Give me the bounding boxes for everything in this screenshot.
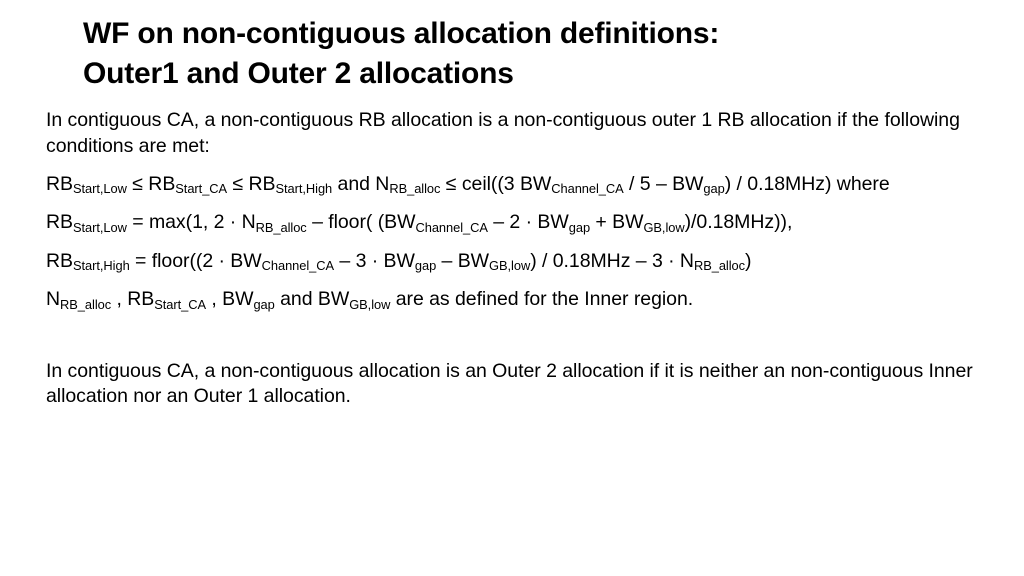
term-n-rb-alloc: NRB_alloc	[375, 172, 441, 197]
sub-gap: gap	[253, 296, 275, 312]
sub-start-high: Start,High	[275, 181, 333, 197]
seg-tail: )	[745, 249, 752, 272]
sym-rb: RB	[148, 172, 176, 195]
lhs-rb-start-low: RBStart,Low	[46, 211, 127, 235]
sub-gb-low: GB,low	[489, 258, 531, 274]
outer2-line-1: In contiguous CA, a non-contiguous alloc…	[46, 359, 786, 382]
seg-3: – 2 · BW	[487, 211, 569, 233]
where-label: where	[836, 172, 890, 195]
seg-eq: = floor((2 · BW	[129, 249, 262, 272]
sub-rb-alloc: RB_alloc	[255, 219, 307, 235]
term-n-rb-alloc: NRB_alloc	[46, 288, 112, 312]
seg-2: – floor( (BW	[306, 211, 416, 233]
sub-gap: gap	[703, 181, 725, 197]
sub-start-low: Start,Low	[73, 181, 127, 197]
comma-2: ,	[206, 288, 223, 310]
comma-1: ,	[111, 288, 128, 310]
sub-start-high: Start,High	[73, 258, 130, 274]
title-line-1: WF on non-contiguous allocation definiti…	[83, 17, 720, 50]
term-rb-start-ca: RBStart_CA	[127, 288, 207, 312]
sub-start-ca: Start_CA	[175, 181, 228, 197]
sub-rb-alloc: RB_alloc	[389, 181, 441, 197]
sub-gb-low: GB,low	[349, 296, 391, 312]
seg-2: – 3 · BW	[334, 249, 415, 272]
slide-canvas: WF on non-contiguous allocation definiti…	[0, 0, 1024, 576]
formula-condition: RBStart,Low ≤ RBStart_CA ≤ RBStart,High …	[46, 172, 998, 198]
sym-rb: RB	[46, 249, 73, 272]
sym-n: N	[46, 288, 61, 310]
slide-body: In contiguous CA, a non-contiguous RB al…	[46, 108, 998, 422]
term-rb-start-low: RBStart,Low	[46, 172, 127, 197]
seg-4: + BW	[590, 211, 644, 233]
ceil-mid: / 5 – BW	[623, 172, 704, 195]
sub-gap: gap	[568, 219, 591, 235]
sub-gb-low: GB,low	[643, 219, 685, 235]
seg-tail: )/0.18MHz)),	[684, 211, 793, 233]
paragraph-intro: In contiguous CA, a non-contiguous RB al…	[46, 108, 998, 159]
sym-n: N	[375, 172, 390, 195]
seg-3: – BW	[436, 249, 490, 272]
seg-4: ) / 0.18MHz – 3 · N	[530, 249, 694, 272]
seg-eq: = max(1, 2 · N	[126, 211, 256, 233]
sym-bw: BW	[222, 288, 254, 310]
sym-rb: RB	[46, 172, 73, 195]
title-line-2: Outer1 and Outer 2 allocations	[83, 57, 514, 90]
sub-rb-alloc: RB_alloc	[60, 296, 112, 312]
formula-defined-list: NRB_alloc , RBStart_CA , BWgap and BWGB,…	[46, 287, 998, 313]
term-rb-start-ca: RBStart_CA	[148, 172, 228, 197]
sym-bw: BW	[317, 288, 350, 310]
formula-rb-start-high: RBStart,High = floor((2 · BWChannel_CA –…	[46, 249, 998, 275]
ceil-open: ceil((3 BW	[461, 172, 552, 195]
sub-start-ca: Start_CA	[154, 296, 207, 312]
sym-rb: RB	[127, 288, 155, 310]
defined-tail: are as defined for the Inner region.	[390, 288, 694, 310]
sub-start-low: Start,Low	[73, 219, 127, 235]
sub-channel-ca: Channel_CA	[551, 181, 624, 197]
paragraph-outer2: In contiguous CA, a non-contiguous alloc…	[46, 359, 998, 410]
term-rb-start-high: RBStart,High	[248, 172, 333, 197]
slide-title: WF on non-contiguous allocation definiti…	[83, 14, 983, 94]
term-bw-gap: BWgap	[222, 288, 275, 312]
sub-channel-ca: Channel_CA	[415, 219, 488, 235]
sym-rb: RB	[46, 211, 73, 233]
sub-channel-ca: Channel_CA	[261, 258, 335, 274]
intro-line-1: In contiguous CA, a non-contiguous RB al…	[46, 109, 832, 131]
term-bw-gb-low: BWGB,low	[317, 288, 391, 312]
op-le-1: ≤	[132, 172, 143, 195]
sym-rb: RB	[248, 172, 276, 195]
ceil-tail: ) / 0.18MHz)	[724, 172, 832, 195]
conj-and: and	[274, 288, 318, 310]
sub-rb-alloc: RB_alloc	[693, 258, 746, 274]
lhs-rb-start-high: RBStart,High	[46, 249, 130, 274]
op-le-2: ≤	[232, 172, 244, 195]
formula-rb-start-low: RBStart,Low = max(1, 2 · NRB_alloc – flo…	[46, 210, 998, 236]
op-le-3: ≤	[445, 172, 457, 195]
conj-and: and	[337, 172, 370, 195]
sub-gap: gap	[414, 258, 437, 274]
